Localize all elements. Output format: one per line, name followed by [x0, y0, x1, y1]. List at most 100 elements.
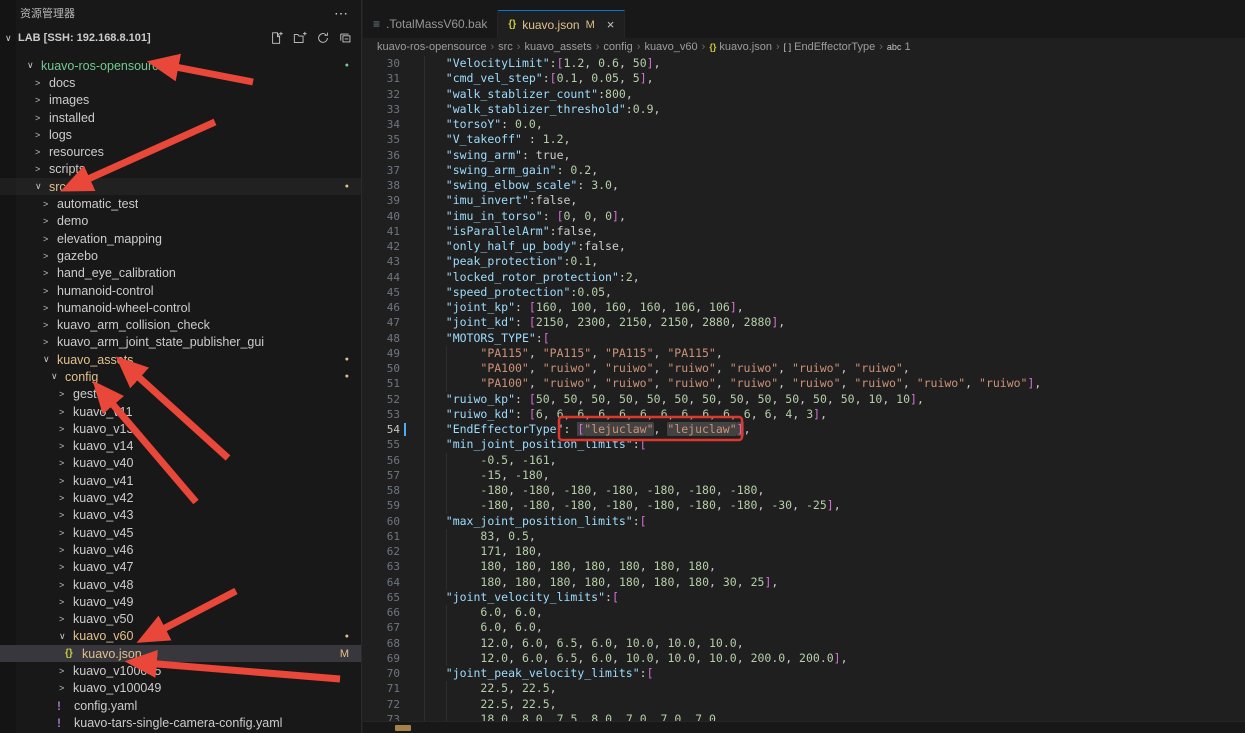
breadcrumb-item-src[interactable]: src — [498, 41, 513, 53]
chevron-down-icon[interactable]: ∨ — [43, 354, 57, 365]
tree-row-kuavo_v46[interactable]: >kuavo_v46 — [0, 541, 361, 558]
chevron-right-icon[interactable]: > — [59, 597, 73, 607]
tab-.TotalMassV60.bak[interactable]: ≡.TotalMassV60.bak — [363, 10, 498, 38]
code-line[interactable]: 43 "peak_protection":0.1, — [363, 254, 1245, 269]
code-line[interactable]: 62 171, 180, — [363, 544, 1245, 559]
tree-row-gesture[interactable]: >gesture — [0, 386, 361, 403]
code-line[interactable]: 38 "swing_elbow_scale": 3.0, — [363, 178, 1245, 193]
code-line[interactable]: 69 12.0, 6.0, 6.5, 6.0, 10.0, 10.0, 10.0… — [363, 651, 1245, 666]
chevron-right-icon[interactable]: > — [59, 441, 73, 451]
tree-row-config[interactable]: ∨config● — [0, 368, 361, 385]
tree-row-logs[interactable]: >logs — [0, 126, 361, 143]
tree-row-kuavo_v48[interactable]: >kuavo_v48 — [0, 576, 361, 593]
code-line[interactable]: 34 "torsoY": 0.0, — [363, 117, 1245, 132]
breadcrumb-item-kuavo-ros-opensource[interactable]: kuavo-ros-opensource — [377, 41, 486, 53]
tree-row-kuavo_v40[interactable]: >kuavo_v40 — [0, 455, 361, 472]
chevron-down-icon[interactable]: ∨ — [59, 631, 73, 642]
tree-row-kuavo_v45[interactable]: >kuavo_v45 — [0, 524, 361, 541]
chevron-right-icon[interactable]: > — [59, 407, 73, 417]
chevron-right-icon[interactable]: > — [59, 683, 73, 693]
code-line[interactable]: 56 -0.5, -161, — [363, 453, 1245, 468]
code-line[interactable]: 45 "speed_protection":0.05, — [363, 285, 1245, 300]
code-line[interactable]: 40 "imu_in_torso": [0, 0, 0], — [363, 209, 1245, 224]
chevron-right-icon[interactable]: > — [43, 286, 57, 296]
workspace-section-header[interactable]: ∨ LAB [SSH: 192.168.8.101] — [0, 26, 361, 50]
code-line[interactable]: 63 180, 180, 180, 180, 180, 180, 180, — [363, 559, 1245, 574]
code-line[interactable]: 66 6.0, 6.0, — [363, 605, 1245, 620]
chevron-right-icon[interactable]: > — [59, 580, 73, 590]
chevron-down-icon[interactable]: ∨ — [35, 181, 49, 192]
tree-row-src[interactable]: ∨src● — [0, 178, 361, 195]
code-line[interactable]: 31 "cmd_vel_step":[0.1, 0.05, 5], — [363, 71, 1245, 86]
code-line[interactable]: 54 "EndEffectorType": ["lejuclaw", "leju… — [363, 422, 1245, 437]
code-line[interactable]: 57 -15, -180, — [363, 468, 1245, 483]
chevron-right-icon[interactable]: > — [35, 95, 49, 105]
chevron-right-icon[interactable]: > — [59, 562, 73, 572]
code-line[interactable]: 71 22.5, 22.5, — [363, 681, 1245, 696]
code-line[interactable]: 59 -180, -180, -180, -180, -180, -180, -… — [363, 498, 1245, 513]
tree-row-installed[interactable]: >installed — [0, 109, 361, 126]
code-line[interactable]: 42 "only_half_up_body":false, — [363, 239, 1245, 254]
tree-row-resources[interactable]: >resources — [0, 143, 361, 160]
breadcrumb-item-config[interactable]: config — [603, 41, 632, 53]
tree-row-config.yaml[interactable]: !config.yaml — [0, 697, 361, 714]
breadcrumb-item-EndEffectorType[interactable]: EndEffectorType — [794, 41, 875, 53]
chevron-right-icon[interactable]: > — [59, 510, 73, 520]
code-line[interactable]: 47 "joint_kd": [2150, 2300, 2150, 2150, … — [363, 315, 1245, 330]
code-line[interactable]: 36 "swing_arm": true, — [363, 148, 1245, 163]
chevron-right-icon[interactable]: > — [59, 389, 73, 399]
chevron-right-icon[interactable]: > — [43, 234, 57, 244]
chevron-right-icon[interactable]: > — [35, 78, 49, 88]
tree-row-humanoid-control[interactable]: >humanoid-control — [0, 282, 361, 299]
tree-row-images[interactable]: >images — [0, 92, 361, 109]
tree-row-kuavo.json[interactable]: {}kuavo.jsonM — [0, 645, 361, 662]
code-line[interactable]: 51 "PA100", "ruiwo", "ruiwo", "ruiwo", "… — [363, 376, 1245, 391]
new-folder-icon[interactable] — [293, 31, 307, 45]
code-line[interactable]: 65 "joint_velocity_limits":[ — [363, 590, 1245, 605]
chevron-right-icon[interactable]: > — [59, 476, 73, 486]
tree-row-gazebo[interactable]: >gazebo — [0, 247, 361, 264]
code-line[interactable]: 35 "V_takeoff" : 1.2, — [363, 132, 1245, 147]
code-line[interactable]: 67 6.0, 6.0, — [363, 620, 1245, 635]
code-line[interactable]: 70 "joint_peak_velocity_limits":[ — [363, 666, 1245, 681]
code-line[interactable]: 48 "MOTORS_TYPE":[ — [363, 331, 1245, 346]
refresh-icon[interactable] — [316, 31, 330, 45]
code-line[interactable]: 64 180, 180, 180, 180, 180, 180, 180, 30… — [363, 575, 1245, 590]
tree-row-docs[interactable]: >docs — [0, 74, 361, 91]
chevron-right-icon[interactable]: > — [59, 528, 73, 538]
tree-row-hand_eye_calibration[interactable]: >hand_eye_calibration — [0, 265, 361, 282]
chevron-down-icon[interactable]: ∨ — [51, 371, 65, 382]
code-line[interactable]: 49 "PA115", "PA115", "PA115", "PA115", — [363, 346, 1245, 361]
chevron-right-icon[interactable]: > — [59, 493, 73, 503]
tree-row-elevation_mapping[interactable]: >elevation_mapping — [0, 230, 361, 247]
code-line[interactable]: 60 "max_joint_position_limits":[ — [363, 514, 1245, 529]
chevron-right-icon[interactable]: > — [59, 545, 73, 555]
code-line[interactable]: 33 "walk_stablizer_threshold":0.9, — [363, 102, 1245, 117]
code-line[interactable]: 32 "walk_stablizer_count":800, — [363, 87, 1245, 102]
tree-row-kuavo_v11[interactable]: >kuavo_v11 — [0, 403, 361, 420]
new-file-icon[interactable] — [270, 31, 284, 45]
code-line[interactable]: 46 "joint_kp": [160, 100, 160, 160, 106,… — [363, 300, 1245, 315]
code-line[interactable]: 50 "PA100", "ruiwo", "ruiwo", "ruiwo", "… — [363, 361, 1245, 376]
tree-row-kuavo_v14[interactable]: >kuavo_v14 — [0, 438, 361, 455]
breadcrumb-item-kuavo_assets[interactable]: kuavo_assets — [524, 41, 591, 53]
tree-row-humanoid-wheel-control[interactable]: >humanoid-wheel-control — [0, 299, 361, 316]
tree-row-demo[interactable]: >demo — [0, 213, 361, 230]
chevron-right-icon[interactable]: > — [59, 614, 73, 624]
code-line[interactable]: 72 22.5, 22.5, — [363, 697, 1245, 712]
tree-row-kuavo_assets[interactable]: ∨kuavo_assets● — [0, 351, 361, 368]
code-line[interactable]: 61 83, 0.5, — [363, 529, 1245, 544]
code-line[interactable]: 68 12.0, 6.0, 6.5, 6.0, 10.0, 10.0, 10.0… — [363, 636, 1245, 651]
close-icon[interactable]: × — [607, 17, 615, 32]
code-line[interactable]: 55 "min_joint_position_limits":[ — [363, 437, 1245, 452]
tree-row-kuavo_v60[interactable]: ∨kuavo_v60● — [0, 628, 361, 645]
more-actions-icon[interactable]: ⋯ — [334, 5, 349, 22]
code-line[interactable]: 41 "isParallelArm":false, — [363, 224, 1245, 239]
code-line[interactable]: 30 "VelocityLimit":[1.2, 0.6, 50], — [363, 56, 1245, 71]
tree-row-kuavo-ros-opensource[interactable]: ∨kuavo-ros-opensource● — [0, 57, 361, 74]
tree-row-kuavo_v49[interactable]: >kuavo_v49 — [0, 593, 361, 610]
tree-row-kuavo_v50[interactable]: >kuavo_v50 — [0, 611, 361, 628]
breadcrumb-item-1[interactable]: 1 — [904, 41, 910, 53]
chevron-right-icon[interactable]: > — [43, 303, 57, 313]
chevron-right-icon[interactable]: > — [59, 666, 73, 676]
